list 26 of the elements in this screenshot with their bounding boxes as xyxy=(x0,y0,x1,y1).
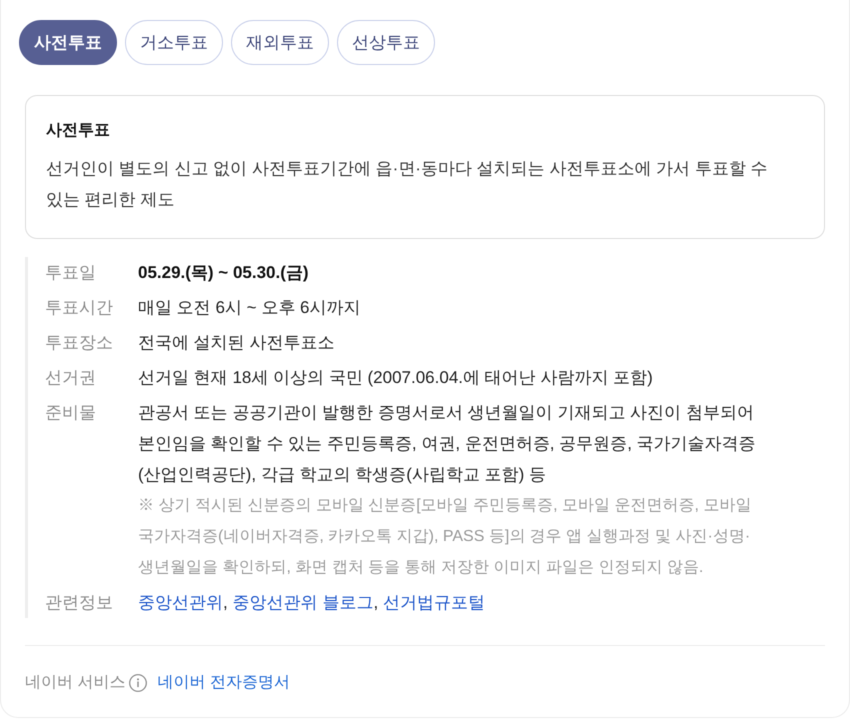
footer-link[interactable]: 네이버 전자증명서 xyxy=(157,671,290,695)
comma-separator: , xyxy=(223,593,228,612)
comma-separator: , xyxy=(373,593,378,612)
detail-label: 준비물 xyxy=(45,402,97,424)
detail-label: 투표일 xyxy=(45,262,97,284)
tab[interactable]: 재외투표 xyxy=(231,20,329,65)
detail-value: 선거일 현재 18세 이상의 국민 (2007.06.04.에 태어난 사람까지 포함) xyxy=(138,367,654,389)
detail-value: 매일 오전 6시 ~ 오후 6시까지 xyxy=(138,297,362,319)
detail-label: 관련정보 xyxy=(45,592,114,614)
detail-value: 05.29.(목) ~ 05.30.(금) xyxy=(138,262,310,284)
tab[interactable]: 사전투표 xyxy=(19,20,117,65)
definition-title: 사전투표 xyxy=(46,121,111,141)
detail-label: 투표시간 xyxy=(45,297,114,319)
tab[interactable]: 거소투표 xyxy=(125,20,223,65)
detail-note: ※ 상기 적시된 신분증의 모바일 신분증[모바일 주민등록증, 모바일 운전면허증, 모바일 국가자격증(네이버자격증, 카카오톡 지갑), PASS 등]의 경우 앱 실행과정 및 사진·성명·생년월일을 확인하되, 화면 캡처 등을 통해 저장한 이미지 파일은 인정되지 않음. xyxy=(138,496,752,578)
related-link[interactable]: 중앙선관위 xyxy=(138,593,223,612)
related-link[interactable]: 선거법규포털 xyxy=(383,593,486,612)
related-link[interactable]: 중앙선관위 블로그 xyxy=(232,593,374,612)
footer-label: 네이버 서비스 xyxy=(25,673,126,693)
detail-label: 선거권 xyxy=(45,367,97,389)
definition-text: 선거인이 별도의 신고 없이 사전투표기간에 읍·면·동마다 설치되는 사전투표소에 가서 투표할 수 있는 편리한 제도 xyxy=(46,158,769,211)
detail-value: 관공서 또는 공공기관이 발행한 증명서로서 생년월일이 기재되고 사진이 첨부되어 본인임을 확인할 수 있는 주민등록증, 여권, 운전면허증, 공무원증, 국가기술자격증(산업인력공단), 각급 학교의 학생증(사립학교 포함) 등 xyxy=(138,402,757,486)
info-icon[interactable] xyxy=(129,674,148,692)
tab[interactable]: 선상투표 xyxy=(337,20,435,65)
detail-value: 전국에 설치된 사전투표소 xyxy=(138,332,336,354)
detail-label: 투표장소 xyxy=(45,332,114,354)
